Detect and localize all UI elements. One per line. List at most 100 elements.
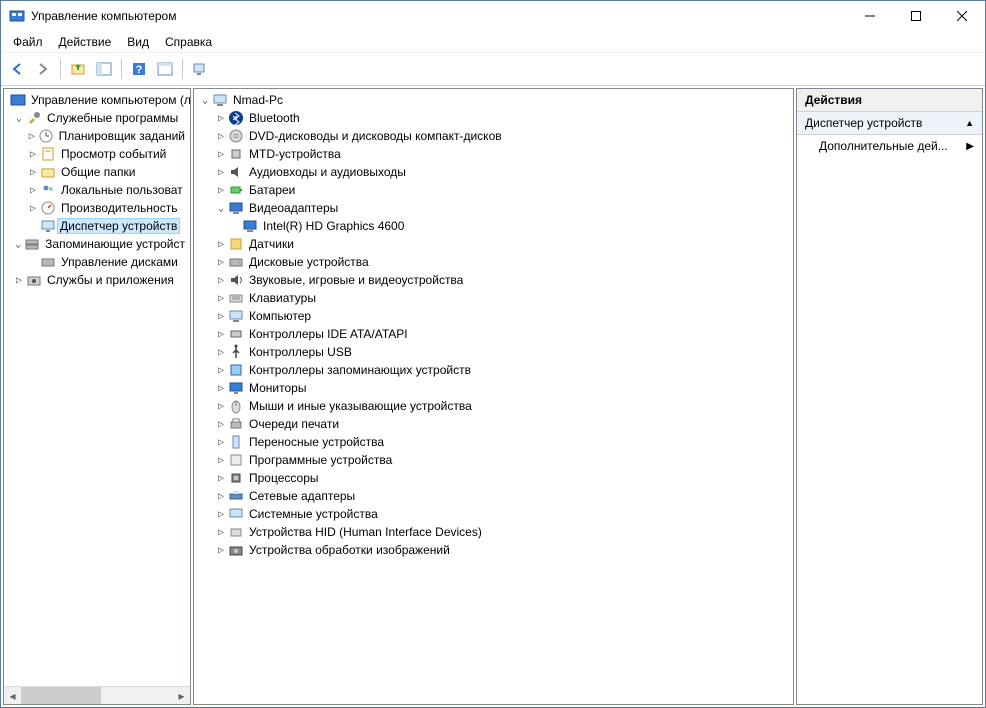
expand-icon[interactable]: ▷ (214, 437, 228, 448)
console-tree[interactable]: ▷ Управление компьютером (л ⌄ Служебные … (4, 89, 190, 686)
maximize-button[interactable] (893, 1, 939, 31)
expand-icon[interactable]: ▷ (26, 185, 40, 196)
actions-more[interactable]: Дополнительные дей... ▶ (797, 135, 982, 157)
tree-group-storage[interactable]: ⌄ Запоминающие устройст (4, 235, 190, 253)
expand-icon[interactable]: ▷ (12, 275, 26, 286)
menu-action[interactable]: Действие (51, 33, 120, 51)
expand-icon[interactable]: ▷ (214, 473, 228, 484)
collapse-icon[interactable]: ⌄ (12, 239, 24, 250)
scroll-track[interactable] (21, 687, 173, 704)
device-category[interactable]: ▷MTD-устройства (194, 145, 793, 163)
properties-button[interactable] (153, 57, 177, 81)
tree-item[interactable]: ▷Производительность (4, 199, 190, 217)
device-category[interactable]: ▷Устройства обработки изображений (194, 541, 793, 559)
expand-icon[interactable]: ▷ (214, 239, 228, 250)
device-category[interactable]: ▷Батареи (194, 181, 793, 199)
expand-icon[interactable]: ▷ (26, 167, 40, 178)
tree-item[interactable]: Диспетчер устройств (4, 217, 190, 235)
device-category[interactable]: ▷Процессоры (194, 469, 793, 487)
menubar: Файл Действие Вид Справка (1, 31, 985, 53)
up-button[interactable] (66, 57, 90, 81)
sensor-icon (228, 236, 244, 252)
expand-icon[interactable]: ▷ (26, 149, 40, 160)
scroll-left-icon[interactable]: ◂ (4, 687, 21, 704)
expand-icon[interactable]: ▷ (214, 455, 228, 466)
device-category[interactable]: ▷Bluetooth (194, 109, 793, 127)
expand-icon[interactable]: ▷ (214, 149, 228, 160)
device-item[interactable]: Intel(R) HD Graphics 4600 (194, 217, 793, 235)
collapse-icon[interactable]: ▲ (965, 118, 974, 128)
expand-icon[interactable]: ▷ (214, 545, 228, 556)
device-category[interactable]: ▷Контроллеры IDE ATA/ATAPI (194, 325, 793, 343)
expand-icon[interactable]: ▷ (214, 527, 228, 538)
device-category[interactable]: ▷Датчики (194, 235, 793, 253)
expand-icon[interactable]: ▷ (214, 329, 228, 340)
device-root[interactable]: ⌄ Nmad-Pc (194, 91, 793, 109)
actions-header: Действия (797, 89, 982, 112)
storage-icon (228, 362, 244, 378)
collapse-icon[interactable]: ⌄ (198, 95, 212, 106)
tree-item[interactable]: ▷Просмотр событий (4, 145, 190, 163)
expand-icon[interactable]: ▷ (214, 311, 228, 322)
expand-icon[interactable]: ▷ (214, 113, 228, 124)
device-category[interactable]: ▷Сетевые адаптеры (194, 487, 793, 505)
tree-item[interactable]: ▷Планировщик заданий (4, 127, 190, 145)
close-button[interactable] (939, 1, 985, 31)
tree-item[interactable]: ▷Локальные пользоват (4, 181, 190, 199)
device-category[interactable]: ⌄Видеоадаптеры (194, 199, 793, 217)
tree-group-system-tools[interactable]: ⌄ Служебные программы (4, 109, 190, 127)
chip-icon (228, 146, 244, 162)
computer-icon (212, 92, 228, 108)
expand-icon[interactable]: ▷ (26, 131, 38, 142)
device-category[interactable]: ▷Компьютер (194, 307, 793, 325)
device-category[interactable]: ▷Аудиовходы и аудиовыходы (194, 163, 793, 181)
device-category[interactable]: ▷Мыши и иные указывающие устройства (194, 397, 793, 415)
forward-button[interactable] (31, 57, 55, 81)
scroll-right-icon[interactable]: ▸ (173, 687, 190, 704)
tree-root[interactable]: ▷ Управление компьютером (л (4, 91, 190, 109)
menu-file[interactable]: Файл (5, 33, 51, 51)
expand-icon[interactable]: ▷ (214, 257, 228, 268)
horizontal-scrollbar[interactable]: ◂ ▸ (4, 686, 190, 704)
device-category[interactable]: ▷Дисковые устройства (194, 253, 793, 271)
device-category[interactable]: ▷Контроллеры запоминающих устройств (194, 361, 793, 379)
device-category[interactable]: ▷Клавиатуры (194, 289, 793, 307)
tree-group-services[interactable]: ▷ Службы и приложения (4, 271, 190, 289)
expand-icon[interactable]: ▷ (214, 185, 228, 196)
collapse-icon[interactable]: ⌄ (12, 113, 26, 124)
menu-view[interactable]: Вид (119, 33, 157, 51)
scroll-thumb[interactable] (21, 687, 101, 704)
expand-icon[interactable]: ▷ (214, 275, 228, 286)
tree-item[interactable]: ▷Общие папки (4, 163, 190, 181)
show-hide-tree-button[interactable] (92, 57, 116, 81)
actions-subheader[interactable]: Диспетчер устройств ▲ (797, 112, 982, 135)
device-category[interactable]: ▷DVD-дисководы и дисководы компакт-диско… (194, 127, 793, 145)
expand-icon[interactable]: ▷ (214, 347, 228, 358)
back-button[interactable] (5, 57, 29, 81)
tree-item[interactable]: ▷Управление дисками (4, 253, 190, 271)
device-category[interactable]: ▷Контроллеры USB (194, 343, 793, 361)
minimize-button[interactable] (847, 1, 893, 31)
portable-icon (228, 434, 244, 450)
expand-icon[interactable]: ▷ (26, 203, 40, 214)
expand-icon[interactable]: ▷ (214, 383, 228, 394)
device-category[interactable]: ▷Очереди печати (194, 415, 793, 433)
expand-icon[interactable]: ▷ (214, 293, 228, 304)
expand-icon[interactable]: ▷ (214, 365, 228, 376)
expand-icon[interactable]: ⌄ (214, 203, 228, 214)
device-category[interactable]: ▷Звуковые, игровые и видеоустройства (194, 271, 793, 289)
device-category[interactable]: ▷Устройства HID (Human Interface Devices… (194, 523, 793, 541)
expand-icon[interactable]: ▷ (214, 419, 228, 430)
expand-icon[interactable]: ▷ (214, 491, 228, 502)
menu-help[interactable]: Справка (157, 33, 220, 51)
expand-icon[interactable]: ▷ (214, 131, 228, 142)
device-category[interactable]: ▷Программные устройства (194, 451, 793, 469)
expand-icon[interactable]: ▷ (214, 167, 228, 178)
device-category[interactable]: ▷Системные устройства (194, 505, 793, 523)
expand-icon[interactable]: ▷ (214, 401, 228, 412)
device-category[interactable]: ▷Переносные устройства (194, 433, 793, 451)
refresh-button[interactable] (188, 57, 212, 81)
device-category[interactable]: ▷Мониторы (194, 379, 793, 397)
help-button[interactable]: ? (127, 57, 151, 81)
expand-icon[interactable]: ▷ (214, 509, 228, 520)
